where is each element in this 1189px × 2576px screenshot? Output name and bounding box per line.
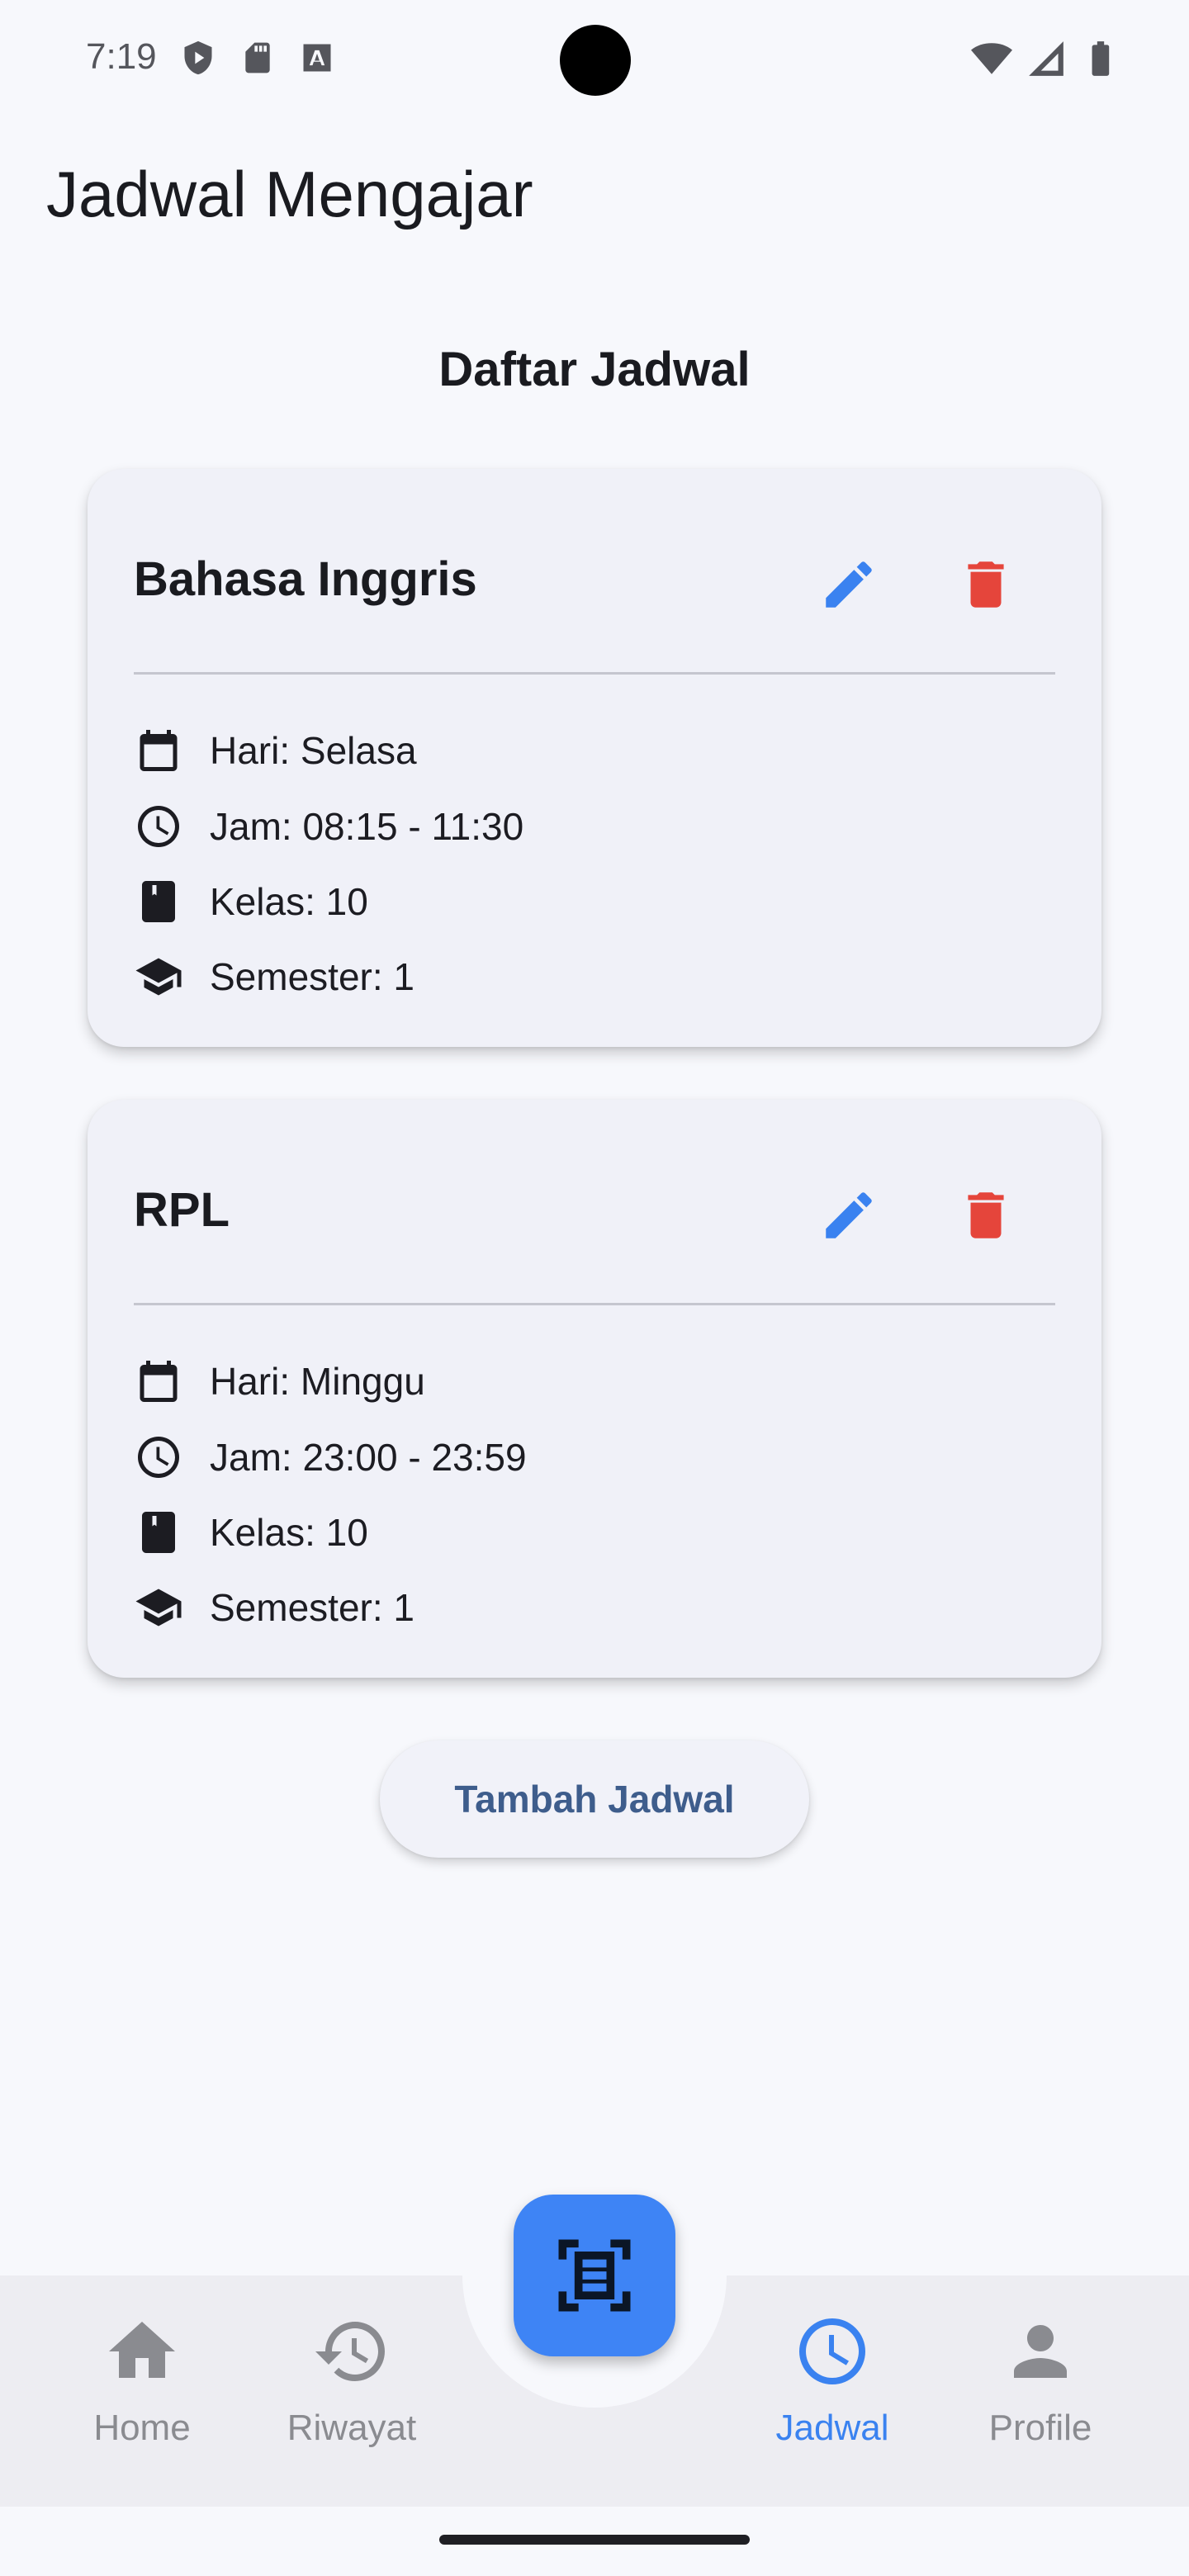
person-icon — [1014, 2325, 1067, 2378]
sd-card-icon — [245, 42, 270, 73]
detail-kelas-text: Kelas: 10 — [210, 880, 368, 923]
camera-cutout — [560, 25, 631, 96]
trash-icon — [968, 561, 1004, 608]
calendar-icon — [140, 730, 178, 771]
card-divider — [134, 1303, 1055, 1305]
nav-item-jadwal[interactable]: Jadwal — [741, 2312, 923, 2449]
detail-semester: Semester: 1 — [134, 948, 414, 1006]
detail-hari-text: Hari: Selasa — [210, 729, 417, 772]
clock-icon — [138, 1437, 179, 1478]
detail-semester: Semester: 1 — [134, 1579, 414, 1636]
book-icon — [142, 1512, 175, 1553]
schedule-card: Bahasa Inggris Hari: Selasa Jam: 08:15 -… — [88, 469, 1101, 1047]
pencil-icon — [826, 561, 872, 608]
text-a-icon — [303, 44, 331, 72]
nav-item-home[interactable]: Home — [51, 2312, 233, 2449]
add-schedule-button[interactable]: Tambah Jadwal — [380, 1740, 809, 1858]
detail-kelas: Kelas: 10 — [134, 1503, 368, 1561]
nav-label-jadwal: Jadwal — [775, 2408, 889, 2448]
home-indicator[interactable] — [439, 2535, 750, 2545]
signal-icon — [1029, 41, 1063, 76]
delete-button[interactable] — [946, 545, 1026, 624]
delete-button[interactable] — [946, 1176, 1026, 1255]
detail-hari: Hari: Minggu — [134, 1352, 425, 1410]
home-icon — [109, 2322, 175, 2378]
section-title: Daftar Jadwal — [438, 343, 751, 396]
card-divider — [134, 672, 1055, 675]
battery-icon — [1092, 41, 1110, 76]
scan-fab-button[interactable] — [514, 2195, 675, 2356]
schedule-subject: RPL — [134, 1183, 230, 1237]
document-scanner-icon — [558, 2239, 631, 2312]
detail-jam: Jam: 23:00 - 23:59 — [134, 1428, 527, 1486]
detail-hari: Hari: Selasa — [134, 722, 417, 779]
book-icon — [142, 881, 175, 922]
detail-kelas-text: Kelas: 10 — [210, 1511, 368, 1554]
detail-hari-text: Hari: Minggu — [210, 1360, 425, 1403]
page-title: Jadwal Mengajar — [46, 158, 533, 230]
shield-icon — [184, 40, 212, 75]
detail-semester-text: Semester: 1 — [210, 1586, 414, 1629]
detail-jam-text: Jam: 23:00 - 23:59 — [210, 1436, 527, 1479]
school-cap-icon — [135, 1589, 182, 1627]
wifi-icon — [971, 43, 1012, 74]
schedule-card: RPL Hari: Minggu Jam: 23:00 - 23:59 Kela… — [88, 1100, 1101, 1678]
nav-item-profile[interactable]: Profile — [950, 2312, 1131, 2449]
detail-kelas: Kelas: 10 — [134, 873, 368, 930]
detail-jam: Jam: 08:15 - 11:30 — [134, 798, 523, 855]
trash-icon — [968, 1192, 1004, 1238]
history-icon — [315, 2322, 385, 2381]
status-system-icons — [971, 38, 1121, 79]
nav-item-riwayat[interactable]: Riwayat — [261, 2312, 443, 2449]
status-notification-icons — [180, 40, 335, 76]
school-cap-icon — [135, 958, 182, 996]
clock-icon — [799, 2318, 865, 2384]
nav-label-riwayat: Riwayat — [287, 2408, 417, 2448]
pencil-icon — [826, 1192, 872, 1238]
nav-label-home: Home — [93, 2408, 191, 2448]
nav-label-profile: Profile — [988, 2408, 1092, 2448]
edit-button[interactable] — [809, 1176, 888, 1255]
status-bar: 7:19 — [0, 0, 1189, 116]
detail-semester-text: Semester: 1 — [210, 955, 414, 998]
calendar-icon — [140, 1361, 178, 1402]
schedule-subject: Bahasa Inggris — [134, 552, 477, 606]
status-time: 7:19 — [86, 36, 157, 77]
detail-jam-text: Jam: 08:15 - 11:30 — [210, 805, 524, 848]
clock-icon — [138, 806, 179, 847]
edit-button[interactable] — [809, 545, 888, 624]
